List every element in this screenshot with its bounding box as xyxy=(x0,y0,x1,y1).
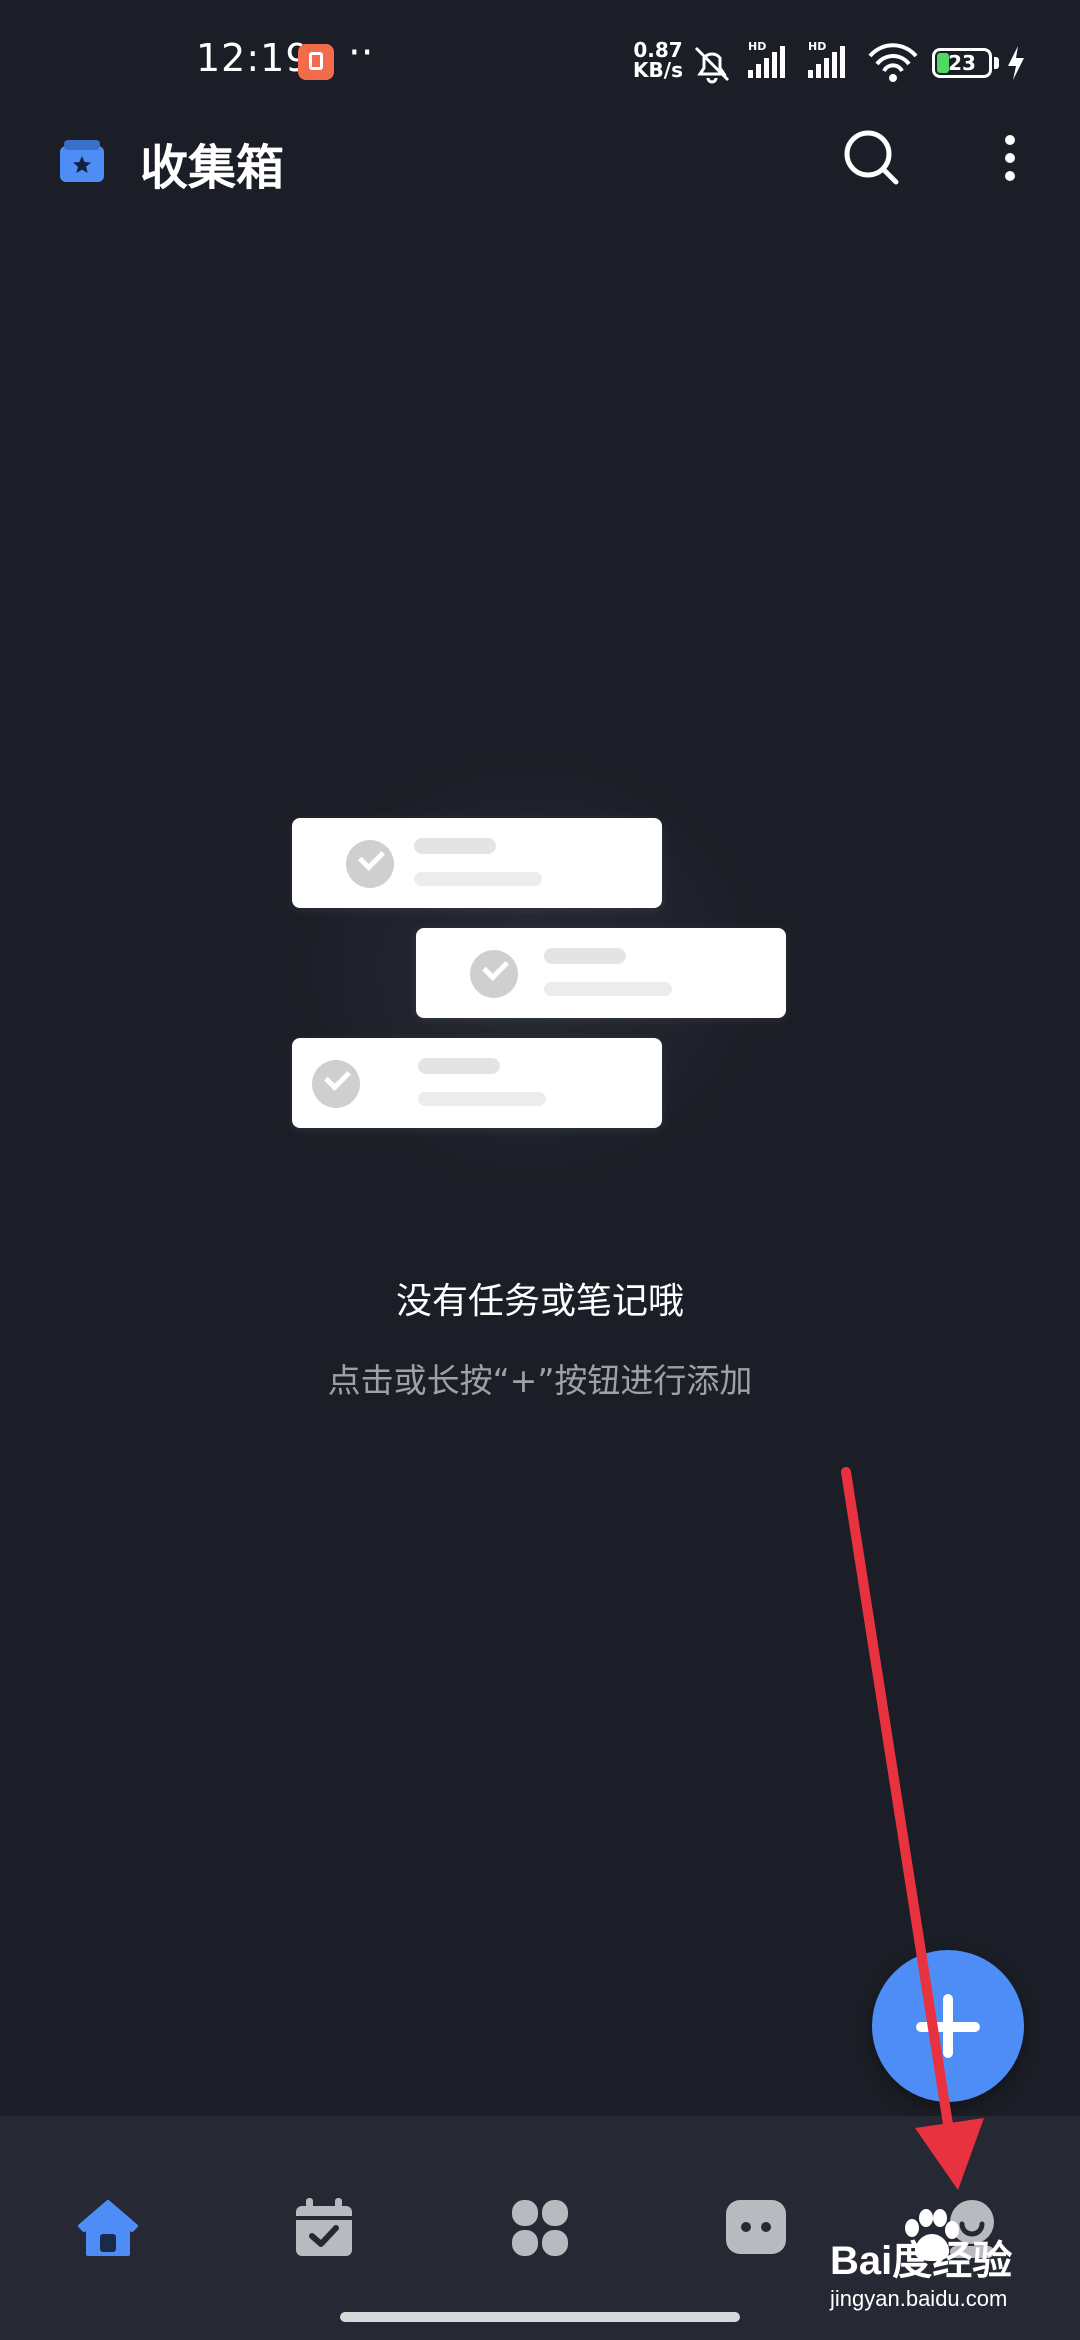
check-icon xyxy=(312,1060,360,1108)
card-line xyxy=(414,872,542,886)
status-bar: 12:19 ·· 0.87 KB/s HD HD 23 xyxy=(0,0,1080,120)
notification-app-icon xyxy=(298,44,334,80)
signal-2-icon: HD xyxy=(808,40,845,78)
watermark: Bai度经验 jingyan.baidu.com xyxy=(830,2209,1070,2328)
inbox-icon xyxy=(60,140,104,182)
nav-home[interactable] xyxy=(0,2116,216,2336)
card-line xyxy=(544,982,672,996)
empty-state-hint: 点击或长按“+”按钮进行添加 xyxy=(327,1361,753,1400)
screen: 12:19 ·· 0.87 KB/s HD HD 23 收集箱 没有任务或笔记哦… xyxy=(0,0,1080,2340)
more-vertical-icon xyxy=(1005,135,1015,181)
status-icons: HD HD xyxy=(694,40,918,84)
search-button[interactable] xyxy=(842,128,902,188)
wifi-icon xyxy=(868,43,918,82)
battery-icon: 23 xyxy=(932,48,992,78)
app-header: 收集箱 xyxy=(0,120,1080,280)
network-speed-unit: KB/s xyxy=(633,58,683,82)
illustration-card-3 xyxy=(292,1038,662,1128)
illustration-card-2 xyxy=(416,928,786,1018)
network-speed: 0.87 KB/s xyxy=(628,40,688,80)
svg-text:HD: HD xyxy=(748,40,766,53)
card-line xyxy=(418,1092,546,1106)
network-speed-value: 0.87 xyxy=(633,38,683,62)
more-options-button[interactable] xyxy=(990,128,1030,188)
charging-icon xyxy=(1008,46,1024,80)
empty-state-title: 没有任务或笔记哦 xyxy=(395,1281,684,1322)
nav-apps[interactable] xyxy=(432,2116,648,2336)
watermark-logo: Bai度经验 xyxy=(830,2239,1013,2283)
calendar-check-icon xyxy=(296,2198,352,2256)
more-notifications-icon: ·· xyxy=(348,30,374,76)
check-icon xyxy=(470,950,518,998)
apps-grid-icon xyxy=(512,2200,568,2256)
mute-bell-icon xyxy=(694,46,730,84)
card-line xyxy=(418,1058,500,1074)
status-time: 12:19 xyxy=(196,36,311,80)
svg-text:HD: HD xyxy=(808,40,826,53)
signal-1-icon: HD xyxy=(748,40,785,78)
chat-bubble-icon xyxy=(726,2200,786,2254)
nav-calendar[interactable] xyxy=(216,2116,432,2336)
card-line xyxy=(544,948,626,964)
home-indicator[interactable] xyxy=(340,2312,740,2322)
battery-level: 23 xyxy=(948,51,976,75)
card-line xyxy=(414,838,496,854)
home-icon xyxy=(78,2200,138,2256)
add-button[interactable] xyxy=(872,1950,1024,2102)
battery-cap xyxy=(994,57,999,69)
empty-state-illustration xyxy=(260,760,820,1180)
watermark-url: jingyan.baidu.com xyxy=(830,2286,1008,2311)
check-icon xyxy=(346,840,394,888)
search-icon xyxy=(844,130,899,185)
page-title: 收集箱 xyxy=(140,140,285,196)
illustration-card-1 xyxy=(292,818,662,908)
